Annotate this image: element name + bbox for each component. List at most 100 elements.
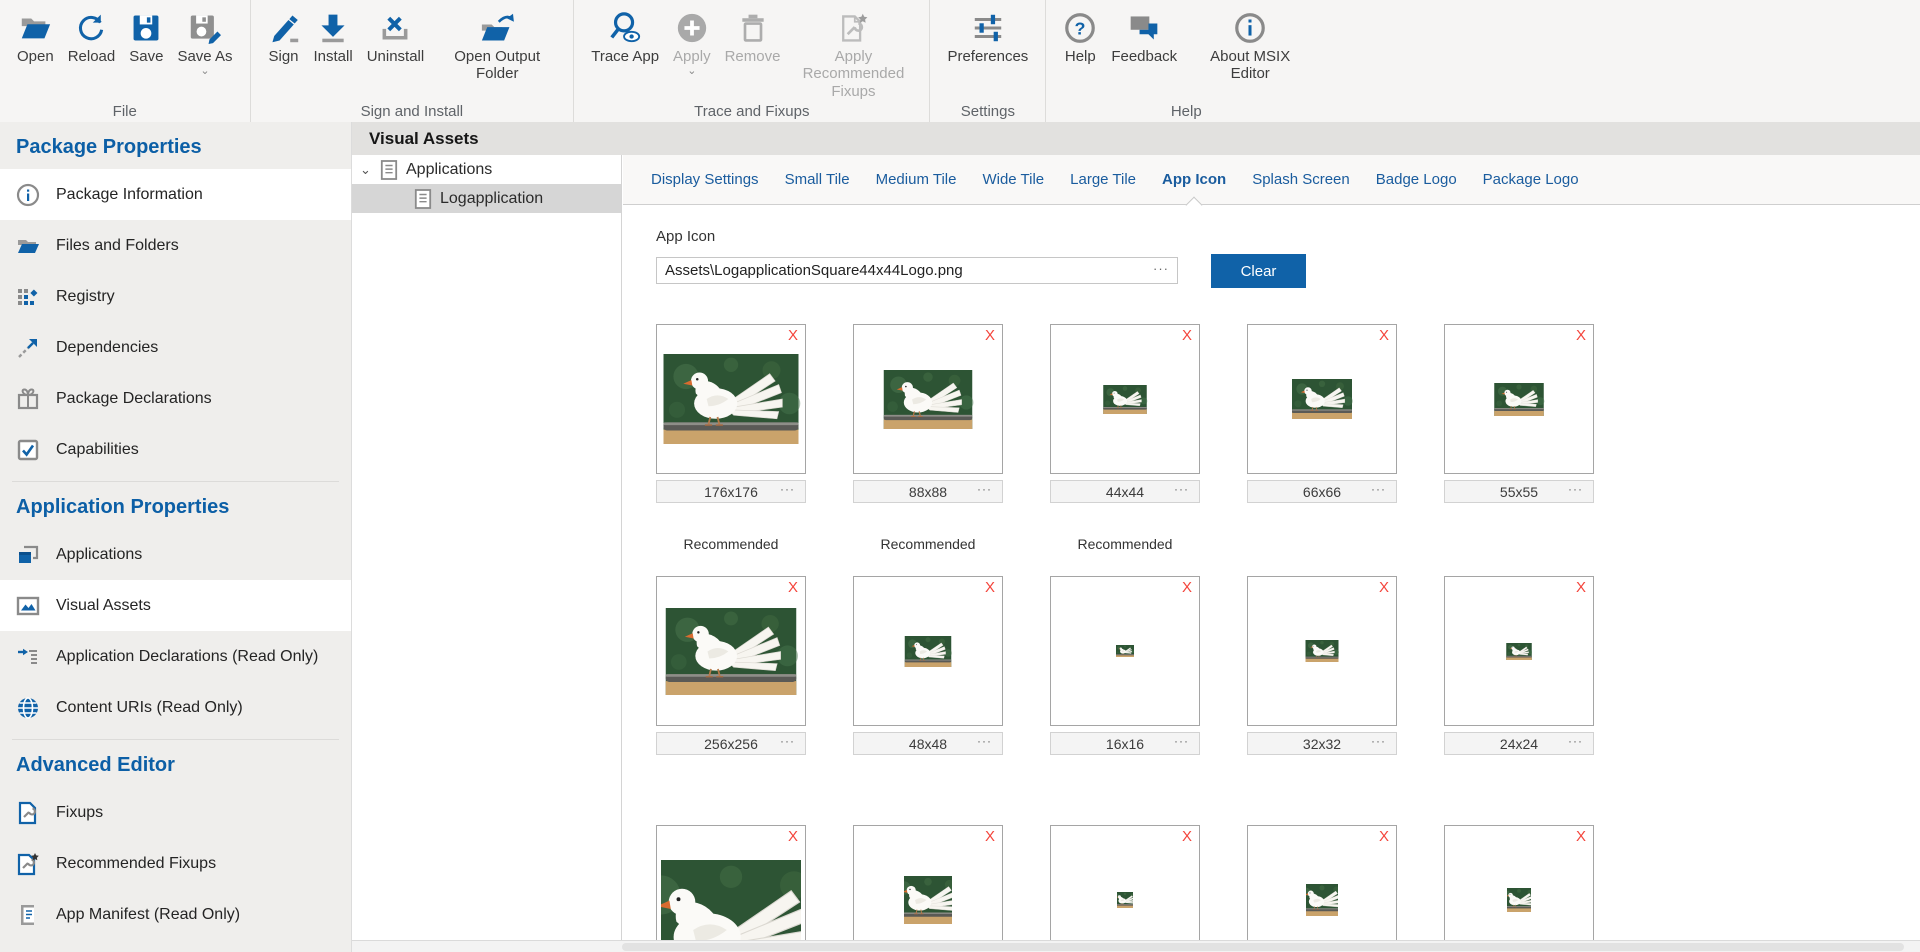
open-button[interactable]: Open <box>10 6 61 67</box>
tile-menu-button[interactable]: ··· <box>1371 734 1386 748</box>
reload-button-label: Reload <box>68 48 116 65</box>
chevron-down-icon[interactable]: ⌄ <box>360 162 374 178</box>
clear-button[interactable]: Clear <box>1211 254 1306 288</box>
sidebar-item-fixups[interactable]: Fixups <box>0 787 351 838</box>
app-icon-path-input[interactable]: Assets\LogapplicationSquare44x44Logo.png… <box>656 257 1178 284</box>
remove-asset-button[interactable]: X <box>985 828 995 845</box>
declarations-list-icon <box>16 645 40 669</box>
tab-display-settings[interactable]: Display Settings <box>638 155 772 205</box>
apply-button[interactable]: Apply ⌄ <box>666 6 718 77</box>
remove-asset-button[interactable]: X <box>1379 828 1389 845</box>
tile-menu-button[interactable]: ··· <box>977 734 992 748</box>
asset-tile-176x176[interactable]: X <box>656 324 806 474</box>
sidebar-item-files-and-folders[interactable]: Files and Folders <box>0 220 351 271</box>
tile-menu-button[interactable]: ··· <box>977 482 992 496</box>
tab-package-logo[interactable]: Package Logo <box>1470 155 1592 205</box>
remove-asset-button[interactable]: X <box>985 579 995 596</box>
sidebar-item-package-information[interactable]: Package Information <box>0 169 351 220</box>
asset-row-1: X 176x176 ··· X 88x88 ··· <box>656 324 1920 503</box>
trace-app-button[interactable]: Trace App <box>584 6 666 67</box>
remove-asset-button[interactable]: X <box>1182 327 1192 344</box>
asset-tile-unplated-large[interactable]: X <box>656 825 806 952</box>
asset-tile-256x256[interactable]: X <box>656 576 806 726</box>
horizontal-scrollbar[interactable] <box>352 940 1920 952</box>
sign-button[interactable]: Sign <box>261 6 307 67</box>
tab-splash-screen[interactable]: Splash Screen <box>1239 155 1363 205</box>
feedback-button[interactable]: Feedback <box>1104 6 1184 67</box>
tile-menu-button[interactable]: ··· <box>1174 734 1189 748</box>
install-button[interactable]: Install <box>307 6 360 67</box>
open-output-folder-button[interactable]: Open Output Folder <box>431 6 563 85</box>
remove-asset-button[interactable]: X <box>985 327 995 344</box>
sidebar-item-recommended-fixups[interactable]: Recommended Fixups <box>0 838 351 889</box>
save-as-button[interactable]: Save As ⌄ <box>170 6 239 77</box>
about-msix-editor-button[interactable]: About MSIX Editor <box>1184 6 1316 85</box>
remove-asset-button[interactable]: X <box>1576 828 1586 845</box>
help-button[interactable]: ? Help <box>1056 6 1104 67</box>
sidebar-item-dependencies[interactable]: Dependencies <box>0 322 351 373</box>
asset-tile-55x55[interactable]: X <box>1444 324 1594 474</box>
tile-menu-button[interactable]: ··· <box>1371 482 1386 496</box>
sidebar-item-applications[interactable]: Applications <box>0 529 351 580</box>
sidebar-item-visual-assets[interactable]: Visual Assets <box>0 580 351 631</box>
asset-tile-unplated-32[interactable]: X <box>1247 825 1397 952</box>
remove-asset-button[interactable]: X <box>788 327 798 344</box>
remove-asset-button[interactable]: X <box>788 828 798 845</box>
tile-menu-button[interactable]: ··· <box>1568 482 1583 496</box>
remove-asset-button[interactable]: X <box>1576 579 1586 596</box>
remove-asset-button[interactable]: X <box>1182 828 1192 845</box>
asset-row-2: X 256x256 ··· X 48x48 ··· <box>656 576 1920 755</box>
reload-button[interactable]: Reload <box>61 6 123 67</box>
dove-image <box>663 608 799 695</box>
dove-image <box>1102 385 1148 414</box>
remove-button[interactable]: Remove <box>718 6 788 67</box>
sidebar-item-label: Fixups <box>56 804 103 822</box>
asset-tile-44x44[interactable]: X <box>1050 324 1200 474</box>
sidebar-item-registry[interactable]: Registry <box>0 271 351 322</box>
sidebar-item-application-declarations[interactable]: Application Declarations (Read Only) <box>0 631 351 682</box>
asset-tile-unplated-24[interactable]: X <box>1444 825 1594 952</box>
tab-small-tile[interactable]: Small Tile <box>772 155 863 205</box>
asset-tile-32x32[interactable]: X <box>1247 576 1397 726</box>
sidebar-item-capabilities[interactable]: Capabilities <box>0 424 351 475</box>
ribbon-group-label-trace-fixups: Trace and Fixups <box>574 103 929 120</box>
sidebar-item-content-uris[interactable]: Content URIs (Read Only) <box>0 682 351 733</box>
asset-tile-24x24[interactable]: X <box>1444 576 1594 726</box>
size-label-box: 88x88 ··· <box>853 480 1003 503</box>
asset-tile-88x88[interactable]: X <box>853 324 1003 474</box>
scrollbar-thumb[interactable] <box>622 943 1904 951</box>
asset-tile-16x16[interactable]: X <box>1050 576 1200 726</box>
remove-asset-button[interactable]: X <box>1576 327 1586 344</box>
tile-menu-button[interactable]: ··· <box>780 734 795 748</box>
preferences-button[interactable]: Preferences <box>940 6 1035 67</box>
tile-menu-button[interactable]: ··· <box>780 482 795 496</box>
tree-node-logapplication[interactable]: Logapplication <box>352 184 621 213</box>
asset-tile-unplated-16[interactable]: X <box>1050 825 1200 952</box>
uninstall-button[interactable]: Uninstall <box>360 6 432 67</box>
tile-menu-button[interactable]: ··· <box>1568 734 1583 748</box>
size-label: 16x16 <box>1106 736 1144 752</box>
browse-ellipsis-button[interactable]: ··· <box>1153 261 1169 276</box>
sidebar-item-label: Content URIs (Read Only) <box>56 699 243 717</box>
tree-node-applications[interactable]: ⌄ Applications <box>352 155 621 184</box>
remove-asset-button[interactable]: X <box>788 579 798 596</box>
sidebar-item-app-manifest[interactable]: App Manifest (Read Only) <box>0 889 351 940</box>
remove-asset-button[interactable]: X <box>1379 327 1389 344</box>
tab-medium-tile[interactable]: Medium Tile <box>863 155 970 205</box>
sidebar-item-package-declarations[interactable]: Package Declarations <box>0 373 351 424</box>
asset-tile-66x66[interactable]: X <box>1247 324 1397 474</box>
apply-recommended-fixups-button[interactable]: Apply Recommended Fixups <box>787 6 919 102</box>
remove-asset-button[interactable]: X <box>1182 579 1192 596</box>
remove-asset-button[interactable]: X <box>1379 579 1389 596</box>
tab-app-icon[interactable]: App Icon <box>1149 155 1239 205</box>
uninstall-icon <box>379 8 411 48</box>
tile-menu-button[interactable]: ··· <box>1174 482 1189 496</box>
ribbon-group-file: Open Reload Save Save As ⌄ <box>0 0 251 122</box>
tab-wide-tile[interactable]: Wide Tile <box>969 155 1057 205</box>
tab-badge-logo[interactable]: Badge Logo <box>1363 155 1470 205</box>
tab-large-tile[interactable]: Large Tile <box>1057 155 1149 205</box>
reload-icon <box>75 8 107 48</box>
save-button[interactable]: Save <box>122 6 170 67</box>
asset-tile-unplated-48[interactable]: X <box>853 825 1003 952</box>
asset-tile-48x48[interactable]: X <box>853 576 1003 726</box>
